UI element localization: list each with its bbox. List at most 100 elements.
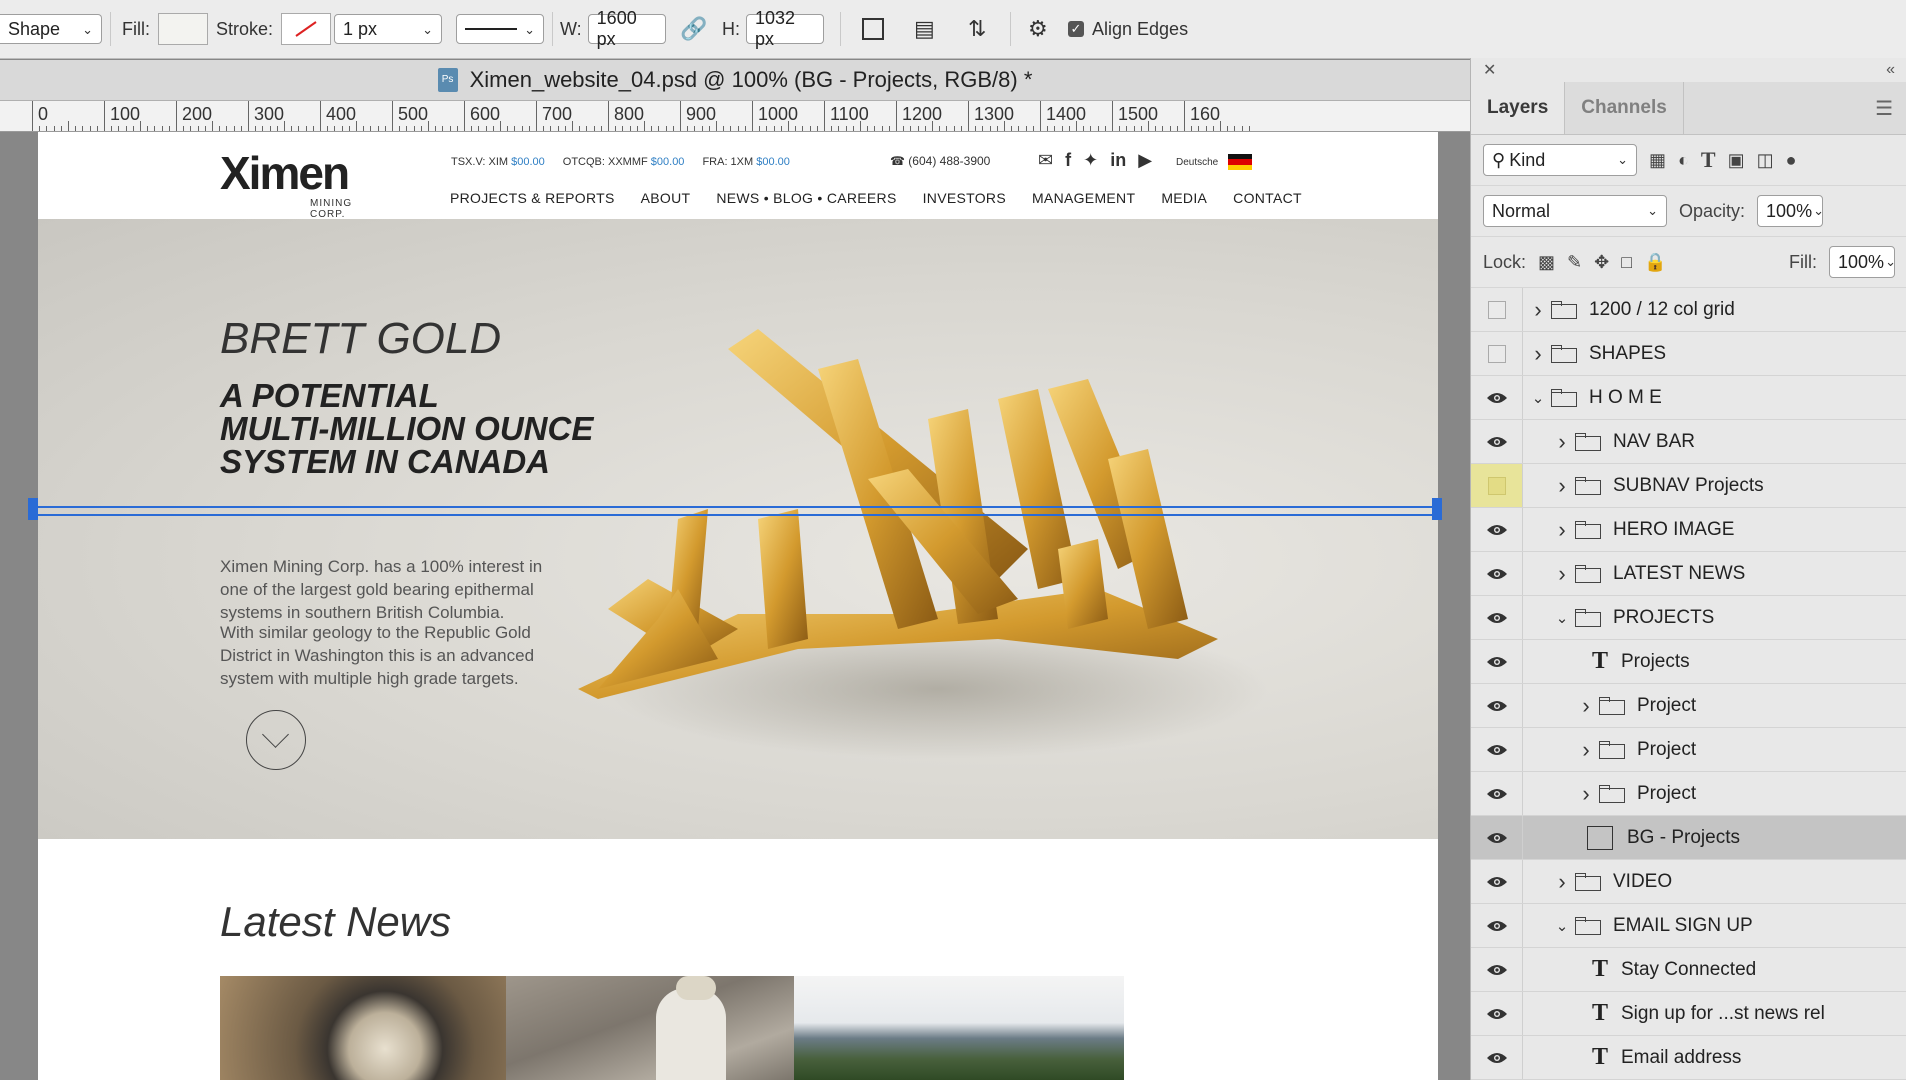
collapse-icon[interactable]: « (1886, 61, 1895, 79)
ruler-tick (104, 101, 105, 131)
layer-row[interactable]: › Project (1471, 728, 1906, 772)
layer-row[interactable]: › LATEST NEWS (1471, 552, 1906, 596)
layer-row[interactable]: › Project (1471, 772, 1906, 816)
chevron-down-icon[interactable]: ⌄ (1555, 609, 1569, 627)
ruler-tick (701, 126, 703, 131)
chevron-down-icon[interactable]: ⌄ (1555, 917, 1569, 935)
chevron-down-icon[interactable]: ⌄ (1531, 389, 1545, 407)
layer-row[interactable]: ⌄ EMAIL SIGN UP (1471, 904, 1906, 948)
lock-artboard-icon[interactable]: □ (1621, 252, 1632, 273)
visibility-eye-icon[interactable] (1471, 772, 1523, 815)
visibility-eye-icon[interactable] (1471, 860, 1523, 903)
filter-adjustment-icon[interactable]: ◐ (1678, 150, 1689, 171)
visibility-eye-icon[interactable] (1471, 596, 1523, 639)
visibility-eye-icon[interactable] (1471, 420, 1523, 463)
chevron-right-icon[interactable]: › (1555, 429, 1569, 455)
chevron-right-icon[interactable]: › (1555, 473, 1569, 499)
chevron-right-icon[interactable]: › (1579, 781, 1593, 807)
layer-row[interactable]: › 1200 / 12 col grid (1471, 288, 1906, 332)
visibility-eye-icon[interactable] (1471, 640, 1523, 683)
layer-row[interactable]: › HERO IMAGE (1471, 508, 1906, 552)
panel-menu-icon[interactable]: ☰ (1875, 82, 1906, 134)
visibility-eye-icon[interactable] (1471, 552, 1523, 595)
tab-layers[interactable]: Layers (1471, 82, 1566, 134)
layer-row[interactable]: ⌄ H O M E (1471, 376, 1906, 420)
horizontal-ruler[interactable]: 0 100 200 300 400 500 600 700 800 900 1000 1100 1200… (0, 101, 1470, 132)
site-header: Ximen MINING CORP. TSX.V: XIM $00.00 OTC… (38, 132, 1438, 220)
visibility-eye-icon[interactable] (1471, 728, 1523, 771)
visibility-eye-icon[interactable] (1471, 1036, 1523, 1079)
visibility-eye-icon[interactable] (1471, 684, 1523, 727)
visibility-off-box[interactable] (1471, 464, 1523, 507)
fill-swatch[interactable] (158, 13, 208, 45)
lock-transparent-icon[interactable]: ▩ (1538, 252, 1555, 273)
opacity-input[interactable]: 100% ⌄ (1757, 195, 1824, 227)
layer-row[interactable]: › Project (1471, 684, 1906, 728)
folder-icon (1575, 608, 1601, 627)
height-input[interactable]: 1032 px (746, 8, 824, 49)
selected-shape-outline[interactable] (33, 506, 1437, 516)
ruler-tick (507, 126, 509, 131)
transform-handle[interactable] (1432, 498, 1442, 520)
ruler-tick (1083, 126, 1085, 131)
filter-smart-object-icon[interactable]: ◫ (1757, 150, 1774, 171)
layer-row[interactable]: T Stay Connected (1471, 948, 1906, 992)
filter-type-icon[interactable]: T (1701, 147, 1716, 173)
document-tab[interactable]: Ps Ximen_website_04.psd @ 100% (BG - Pro… (0, 60, 1470, 101)
path-alignment-icon[interactable]: ▤ (914, 16, 935, 42)
link-dimensions-icon[interactable]: 🔗 (680, 16, 707, 42)
align-edges-checkbox[interactable]: ✓ (1068, 21, 1084, 37)
chevron-right-icon[interactable]: › (1555, 561, 1569, 587)
visibility-off-box[interactable] (1471, 332, 1523, 375)
lock-all-icon[interactable]: 🔒 (1644, 252, 1666, 273)
fill-input[interactable]: 100% ⌄ (1829, 246, 1896, 278)
chevron-right-icon[interactable]: › (1579, 737, 1593, 763)
ruler-tick (154, 126, 156, 131)
layer-row[interactable]: T Projects (1471, 640, 1906, 684)
lock-position-icon[interactable]: ✥ (1594, 252, 1609, 273)
tool-mode-select[interactable]: Shape ⌄ (0, 14, 102, 44)
chevron-right-icon[interactable]: › (1555, 517, 1569, 543)
filter-pixel-icon[interactable]: ▦ (1649, 150, 1666, 171)
layer-row[interactable]: BG - Projects (1471, 816, 1906, 860)
visibility-eye-icon[interactable] (1471, 992, 1523, 1035)
tab-channels[interactable]: Channels (1565, 82, 1684, 134)
stroke-style-select[interactable]: ⌄ (456, 14, 544, 44)
chevron-right-icon[interactable]: › (1531, 297, 1545, 323)
blend-mode-select[interactable]: Normal ⌄ (1483, 195, 1667, 227)
visibility-eye-icon[interactable] (1471, 508, 1523, 551)
layer-row[interactable]: T Email address (1471, 1036, 1906, 1080)
visibility-eye-icon[interactable] (1471, 904, 1523, 947)
chevron-right-icon[interactable]: › (1579, 693, 1593, 719)
filter-shape-icon[interactable]: ▣ (1728, 150, 1745, 171)
transform-handle[interactable] (28, 498, 38, 520)
layer-row[interactable]: › SHAPES (1471, 332, 1906, 376)
chevron-right-icon[interactable]: › (1555, 869, 1569, 895)
layer-name: Project (1637, 782, 1697, 804)
ruler-tick (1097, 126, 1099, 131)
layer-row[interactable]: › VIDEO (1471, 860, 1906, 904)
filter-kind-select[interactable]: ⚲ Kind ⌄ (1483, 144, 1637, 176)
layer-row[interactable]: › SUBNAV Projects (1471, 464, 1906, 508)
path-operations-icon[interactable] (862, 18, 884, 40)
filter-toggle-icon[interactable]: ● (1786, 150, 1797, 171)
chevron-right-icon[interactable]: › (1531, 341, 1545, 367)
canvas-area[interactable]: Ximen MINING CORP. TSX.V: XIM $00.00 OTC… (0, 132, 1470, 1080)
gear-icon[interactable]: ⚙ (1028, 16, 1048, 42)
width-input[interactable]: 1600 px (587, 8, 666, 49)
visibility-eye-icon[interactable] (1471, 948, 1523, 991)
visibility-eye-icon[interactable] (1471, 816, 1523, 859)
ruler-tick (773, 126, 775, 131)
visibility-eye-icon[interactable] (1471, 376, 1523, 419)
stroke-width-select[interactable]: 1 px ⌄ (334, 14, 442, 44)
stroke-swatch[interactable] (281, 13, 332, 45)
layer-row[interactable]: T Sign up for ...st news rel (1471, 992, 1906, 1036)
path-arrangement-icon[interactable]: ⇅ (968, 16, 986, 42)
layer-row[interactable]: ⌄ PROJECTS (1471, 596, 1906, 640)
visibility-off-box[interactable] (1471, 288, 1523, 331)
lock-image-icon[interactable]: ✎ (1567, 252, 1582, 273)
close-icon[interactable]: ✕ (1483, 60, 1496, 80)
layer-row[interactable]: › NAV BAR (1471, 420, 1906, 464)
nav-item: ABOUT (640, 190, 691, 206)
align-edges-label: Align Edges (1092, 18, 1189, 39)
